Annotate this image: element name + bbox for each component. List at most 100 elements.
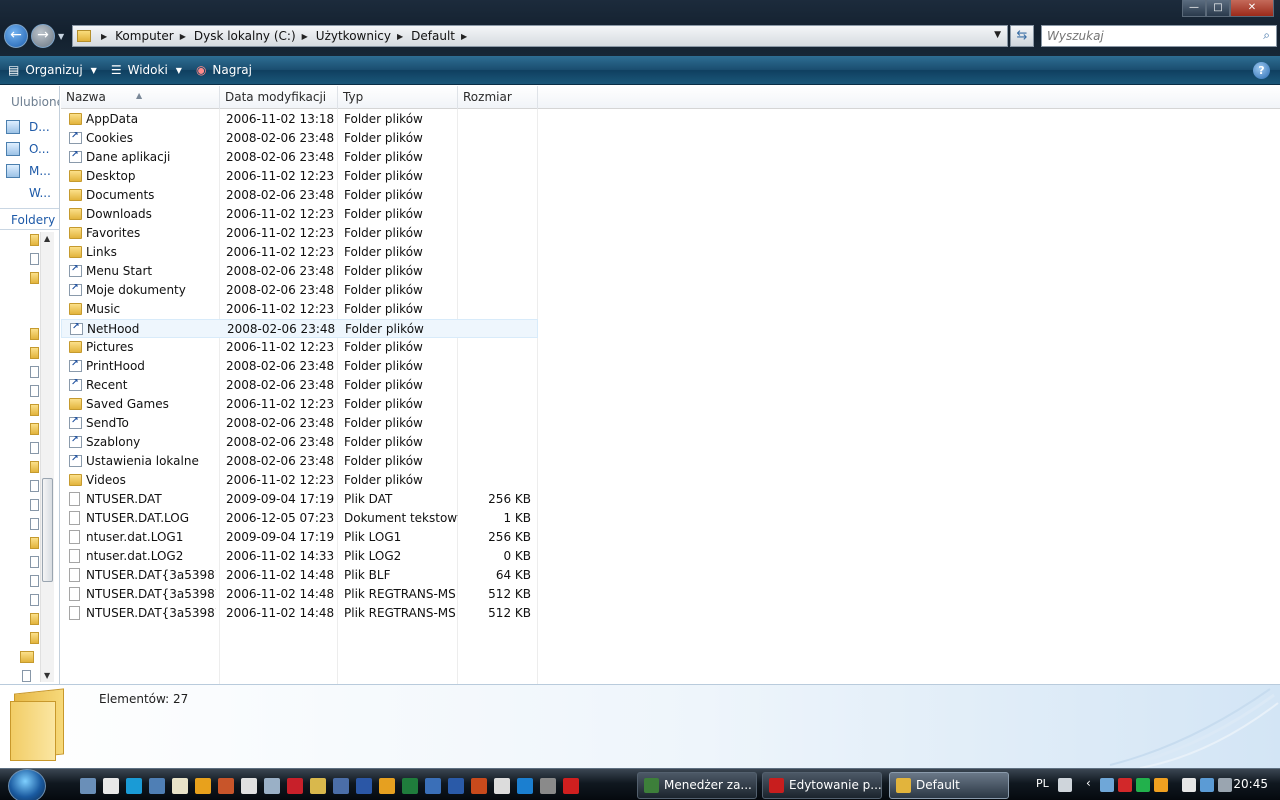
chevron-right-icon[interactable]: ▶ (180, 32, 186, 41)
folder-tree-scrollbar[interactable]: ▲ ▼ (40, 232, 54, 682)
folder-icon[interactable] (30, 404, 39, 416)
scrollbar-thumb[interactable] (42, 478, 53, 582)
chevron-left-icon[interactable]: ‹ (1086, 776, 1091, 790)
file-row[interactable]: Menu Start 2008-02-06 23:48 Folder plików (61, 262, 538, 281)
file-row[interactable]: AppData 2006-11-02 13:18 Folder plików (61, 110, 538, 129)
organize-button[interactable]: ▤ Organizuj ▼ (0, 56, 103, 84)
shortcut-folder-icon[interactable] (30, 556, 39, 568)
shortcut-folder-icon[interactable] (30, 442, 39, 454)
quick-launch-icon[interactable] (333, 778, 349, 794)
file-row[interactable]: Dane aplikacji 2008-02-06 23:48 Folder pli… (61, 148, 538, 167)
column-name[interactable]: Nazwa ▲ (61, 86, 220, 109)
volume-icon[interactable] (1218, 778, 1232, 792)
chevron-down-icon[interactable]: ▼ (994, 30, 1001, 40)
quick-launch-icon[interactable] (241, 778, 257, 794)
file-row[interactable]: Downloads 2006-11-02 12:23 Folder plików (61, 205, 538, 224)
file-row[interactable]: Saved Games 2006-11-02 12:23 Folder plików (61, 395, 538, 414)
quick-launch-icon[interactable] (310, 778, 326, 794)
shortcut-folder-icon[interactable] (30, 594, 39, 606)
folder-icon[interactable] (30, 234, 39, 246)
file-row[interactable]: Moje dokumenty 2008-02-06 23:48 Folder pli… (61, 281, 538, 300)
file-row[interactable]: NTUSER.DAT{3a539871... 2006-11-02 14:48 Pl… (61, 585, 538, 604)
minimize-button[interactable]: — (1182, 0, 1206, 17)
search-icon[interactable]: ⌕ (1263, 28, 1270, 43)
quick-launch-icon[interactable] (402, 778, 418, 794)
antivirus-icon[interactable] (1118, 778, 1132, 792)
network-icon[interactable] (1100, 778, 1114, 792)
folder-icon[interactable] (20, 651, 34, 663)
breadcrumb-item[interactable]: Użytkownicy (316, 29, 391, 43)
folders-header[interactable]: Foldery (0, 208, 59, 230)
file-row[interactable]: Pictures 2006-11-02 12:23 Folder plików (61, 338, 538, 357)
quick-launch-icon[interactable] (471, 778, 487, 794)
keyboard-icon[interactable] (1058, 778, 1072, 792)
quick-launch-icon[interactable] (540, 778, 556, 794)
breadcrumb-item[interactable]: Komputer (115, 29, 174, 43)
quick-launch-icon[interactable] (425, 778, 441, 794)
folder-icon[interactable] (30, 423, 39, 435)
file-row[interactable]: Cookies 2008-02-06 23:48 Folder plików (61, 129, 538, 148)
quick-launch-icon[interactable] (103, 778, 119, 794)
scroll-up-icon[interactable]: ▲ (44, 234, 50, 243)
folder-icon[interactable] (30, 537, 39, 549)
favorite-link-pictures[interactable]: O... (6, 140, 58, 158)
folder-icon[interactable] (30, 328, 39, 340)
chevron-right-icon[interactable]: ▶ (461, 32, 467, 41)
column-date-modified[interactable]: Data modyfikacji (220, 86, 338, 109)
shortcut-folder-icon[interactable] (30, 253, 39, 265)
shortcut-folder-icon[interactable] (22, 670, 31, 682)
clock[interactable]: 20:45 (1233, 777, 1268, 791)
refresh-button[interactable]: ⇆ (1010, 25, 1034, 47)
quick-launch-icon[interactable] (287, 778, 303, 794)
favorite-link-documents[interactable]: D... (6, 118, 58, 136)
shortcut-folder-icon[interactable] (30, 385, 39, 397)
quick-launch-icon[interactable] (356, 778, 372, 794)
chevron-right-icon[interactable]: ▶ (101, 32, 107, 41)
favorite-link-music[interactable]: M... (6, 162, 58, 180)
file-row[interactable]: NTUSER.DAT 2009-09-04 17:19 Plik DAT 256 KB (61, 490, 538, 509)
folder-icon[interactable] (30, 347, 39, 359)
search-input[interactable] (1042, 26, 1242, 46)
quick-launch-icon[interactable] (563, 778, 579, 794)
quick-launch-icon[interactable] (264, 778, 280, 794)
quick-launch-icon[interactable] (195, 778, 211, 794)
burn-button[interactable]: ◉ Nagraj (188, 56, 258, 84)
chevron-right-icon[interactable]: ▶ (397, 32, 403, 41)
forward-button[interactable]: → (31, 24, 55, 48)
maximize-button[interactable]: □ (1206, 0, 1230, 17)
start-button[interactable] (8, 769, 46, 800)
breadcrumb-item[interactable]: Default (411, 29, 455, 43)
language-indicator[interactable]: PL (1036, 777, 1049, 790)
quick-launch-icon[interactable] (448, 778, 464, 794)
file-row[interactable]: Videos 2006-11-02 12:23 Folder plików (61, 471, 538, 490)
quick-launch-icon[interactable] (517, 778, 533, 794)
file-row[interactable]: NTUSER.DAT{3a539871... 2006-11-02 14:48 Pl… (61, 604, 538, 623)
recent-pages-dropdown[interactable]: ▼ (58, 32, 64, 41)
close-button[interactable]: ✕ (1230, 0, 1274, 17)
status-icon[interactable] (1136, 778, 1150, 792)
quick-launch-icon[interactable] (126, 778, 142, 794)
shortcut-folder-icon[interactable] (30, 518, 39, 530)
file-row[interactable]: Music 2006-11-02 12:23 Folder plików (61, 300, 538, 319)
folder-icon[interactable] (30, 272, 39, 284)
file-row[interactable]: Documents 2008-02-06 23:48 Folder plików (61, 186, 538, 205)
scroll-down-icon[interactable]: ▼ (44, 671, 50, 680)
taskbar-button-opera[interactable]: Edytowanie p... (762, 772, 882, 799)
shortcut-folder-icon[interactable] (30, 480, 39, 492)
column-type[interactable]: Typ (338, 86, 458, 109)
file-row[interactable]: NetHood 2008-02-06 23:48 Folder plików (61, 319, 538, 338)
file-row[interactable]: Ustawienia lokalne 2008-02-06 23:48 Folder… (61, 452, 538, 471)
taskbar-button-explorer[interactable]: Default (889, 772, 1009, 799)
file-row[interactable]: ntuser.dat.LOG2 2006-11-02 14:33 Plik LOG2… (61, 547, 538, 566)
file-row[interactable]: Szablony 2008-02-06 23:48 Folder plików (61, 433, 538, 452)
folder-icon[interactable] (30, 632, 39, 644)
shortcut-folder-icon[interactable] (30, 499, 39, 511)
file-row[interactable]: NTUSER.DAT.LOG 2006-12-05 07:23 Dokument t… (61, 509, 538, 528)
folder-icon[interactable] (30, 613, 39, 625)
update-icon[interactable] (1154, 778, 1168, 792)
help-icon[interactable]: ? (1253, 62, 1270, 79)
file-row[interactable]: SendTo 2008-02-06 23:48 Folder plików (61, 414, 538, 433)
file-row[interactable]: Favorites 2006-11-02 12:23 Folder plików (61, 224, 538, 243)
quick-launch-icon[interactable] (379, 778, 395, 794)
file-row[interactable]: Desktop 2006-11-02 12:23 Folder plików (61, 167, 538, 186)
